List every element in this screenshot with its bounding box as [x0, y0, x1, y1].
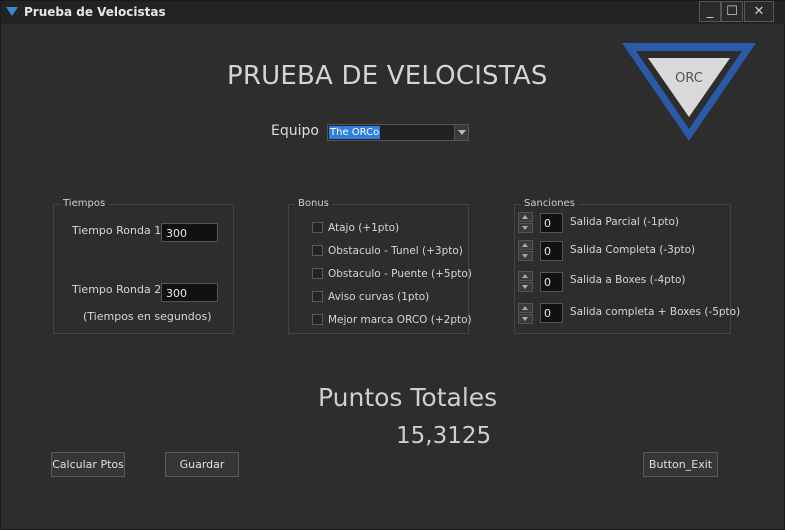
- salida-boxes-label: Salida a Boxes (-4pto): [570, 274, 686, 286]
- tiempo-ronda2-label: Tiempo Ronda 2:: [72, 283, 165, 296]
- orc-logo-icon: ORC: [622, 43, 756, 141]
- salida-completa-boxes-label: Salida completa + Boxes (-5pto): [570, 306, 741, 318]
- bonus-puente-label: Obstaculo - Puente (+5pto): [328, 268, 472, 280]
- salida-boxes-up-button[interactable]: [518, 271, 533, 281]
- tiempos-note: (Tiempos en segundos): [83, 310, 212, 323]
- tiempo-ronda2-input[interactable]: 300: [161, 283, 218, 302]
- salida-parcial-input[interactable]: 0: [540, 213, 563, 233]
- title-bar[interactable]: Prueba de Velocistas _ ☐ ✕: [1, 1, 785, 24]
- salida-boxes-input[interactable]: 0: [540, 272, 563, 292]
- tiempo-ronda1-label: Tiempo Ronda 1:: [72, 224, 165, 237]
- bonus-atajo-label: Atajo (+1pto): [328, 222, 400, 234]
- tiempo-ronda1-input[interactable]: 300: [161, 223, 218, 242]
- maximize-button[interactable]: ☐: [721, 1, 743, 22]
- bonus-tunel-label: Obstaculo - Tunel (+3pto): [328, 245, 463, 257]
- bonus-marca-label: Mejor marca ORCO (+2pto): [328, 314, 472, 326]
- close-button[interactable]: ✕: [744, 1, 774, 22]
- window-title: Prueba de Velocistas: [24, 5, 166, 19]
- app-window: Prueba de Velocistas _ ☐ ✕ PRUEBA DE VEL…: [0, 0, 785, 530]
- equipo-label: Equipo: [271, 123, 319, 139]
- salida-completa-boxes-down-button[interactable]: [518, 314, 533, 324]
- app-menu-icon[interactable]: [6, 7, 18, 16]
- bonus-marca-checkbox[interactable]: [312, 314, 323, 325]
- equipo-select[interactable]: The ORCo: [327, 124, 469, 141]
- page-title: PRUEBA DE VELOCISTAS: [227, 61, 548, 91]
- salida-completa-down-button[interactable]: [518, 251, 533, 261]
- salida-completa-label: Salida Completa (-3pto): [570, 244, 696, 256]
- salida-completa-up-button[interactable]: [518, 240, 533, 250]
- logo-text: ORC: [675, 71, 703, 86]
- bonus-puente-checkbox[interactable]: [312, 268, 323, 279]
- minimize-button[interactable]: _: [699, 1, 721, 22]
- salida-completa-boxes-up-button[interactable]: [518, 303, 533, 313]
- bonus-atajo-checkbox[interactable]: [312, 222, 323, 233]
- tiempos-group-title: Tiempos: [60, 198, 109, 209]
- bonus-curvas-label: Aviso curvas (1pto): [328, 291, 430, 303]
- calcular-ptos-button[interactable]: Calcular Ptos: [51, 452, 125, 477]
- salida-parcial-up-button[interactable]: [518, 212, 533, 222]
- sanciones-group-title: Sanciones: [521, 198, 578, 209]
- salida-parcial-label: Salida Parcial (-1pto): [570, 216, 679, 228]
- puntos-totales-value: 15,3125: [396, 423, 492, 449]
- salida-boxes-down-button[interactable]: [518, 282, 533, 292]
- equipo-selected-value: The ORCo: [329, 126, 381, 139]
- exit-button[interactable]: Button_Exit: [643, 452, 718, 477]
- salida-completa-input[interactable]: 0: [540, 241, 563, 261]
- bonus-tunel-checkbox[interactable]: [312, 245, 323, 256]
- chevron-down-icon[interactable]: [454, 125, 468, 140]
- bonus-group-title: Bonus: [295, 198, 332, 209]
- bonus-curvas-checkbox[interactable]: [312, 291, 323, 302]
- salida-completa-boxes-input[interactable]: 0: [540, 303, 563, 323]
- salida-parcial-down-button[interactable]: [518, 223, 533, 233]
- guardar-button[interactable]: Guardar: [165, 452, 239, 477]
- puntos-totales-label: Puntos Totales: [318, 383, 498, 412]
